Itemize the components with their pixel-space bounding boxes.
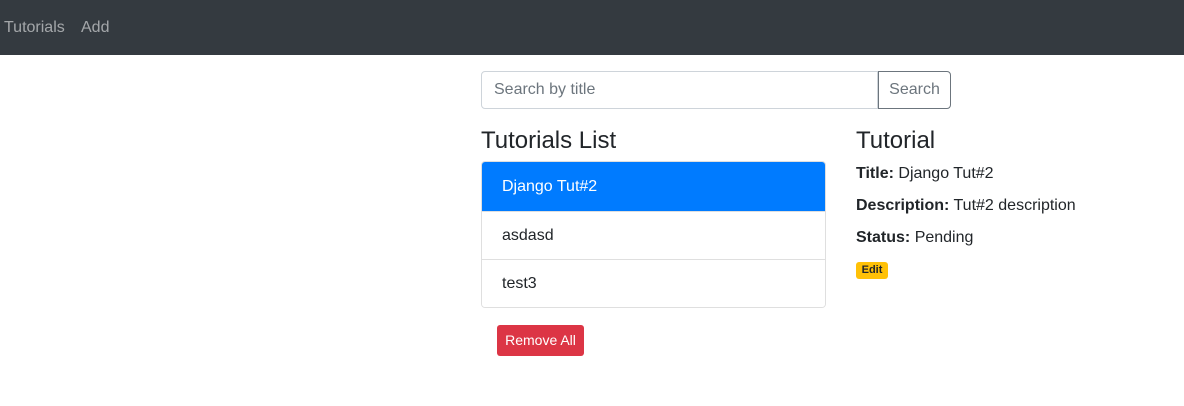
edit-badge[interactable]: Edit bbox=[856, 262, 888, 279]
tutorials-list: Django Tut#2 asdasd test3 bbox=[481, 161, 826, 308]
detail-status-value: Pending bbox=[914, 229, 974, 246]
list-item[interactable]: asdasd bbox=[482, 211, 825, 259]
tutorials-list-heading: Tutorials List bbox=[481, 127, 617, 154]
detail-title-label: Title: bbox=[856, 165, 894, 182]
search-button[interactable]: Search bbox=[878, 71, 951, 109]
nav-link-add[interactable]: Add bbox=[81, 18, 109, 38]
detail-status-label: Status: bbox=[856, 229, 911, 246]
nav-link-tutorials[interactable]: Tutorials bbox=[4, 18, 65, 38]
detail-description-row: Description: Tut#2 description bbox=[856, 196, 1076, 216]
detail-description-value: Tut#2 description bbox=[953, 197, 1076, 214]
tutorial-detail-heading: Tutorial bbox=[856, 127, 936, 154]
detail-title-row: Title: Django Tut#2 bbox=[856, 164, 994, 184]
list-item[interactable]: Django Tut#2 bbox=[482, 162, 825, 211]
detail-description-label: Description: bbox=[856, 197, 950, 214]
list-item[interactable]: test3 bbox=[482, 259, 825, 307]
detail-title-value: Django Tut#2 bbox=[898, 165, 994, 182]
navbar: Tutorials Add bbox=[0, 0, 1184, 55]
detail-status-row: Status: Pending bbox=[856, 228, 973, 248]
remove-all-button[interactable]: Remove All bbox=[497, 325, 584, 356]
search-input[interactable] bbox=[481, 71, 878, 109]
